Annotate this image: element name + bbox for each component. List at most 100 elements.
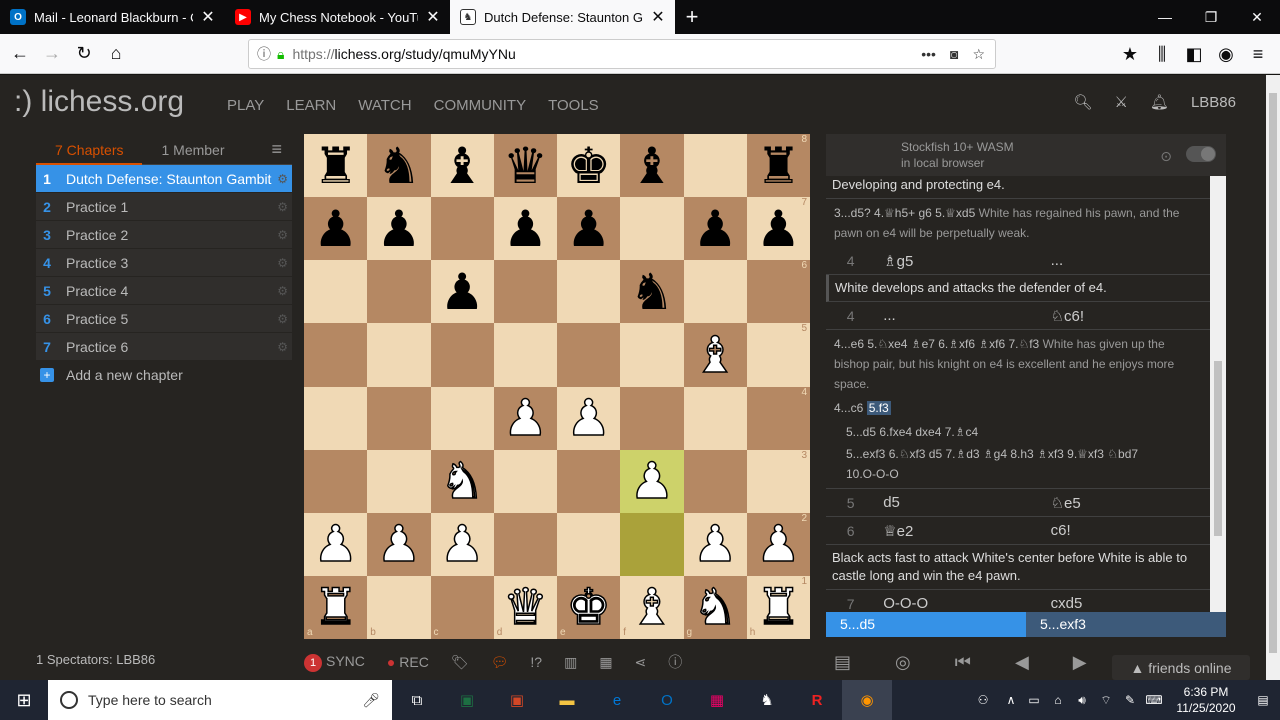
network-icon[interactable]: ⌂ — [1046, 693, 1070, 707]
white-rook[interactable]: ♜ — [755, 582, 801, 634]
friends-online[interactable]: ▲ friends online — [1112, 655, 1250, 680]
menu-play[interactable]: PLAY — [227, 97, 264, 114]
square-h6[interactable]: 6 — [746, 260, 810, 324]
variation[interactable]: 3...d5? 4.♕h5+ g6 5.♕xd5 White has regai… — [826, 199, 1210, 247]
menu-learn[interactable]: LEARN — [286, 97, 336, 114]
minimize-button[interactable]: — — [1142, 0, 1188, 34]
white-pawn[interactable]: ♟ — [565, 392, 611, 444]
variation[interactable]: 5...exf3 6.♘xf3 d5 7.♗d3 ♗g4 8.h3 ♗xf3 9… — [826, 442, 1210, 464]
restore-button[interactable]: ❐ — [1188, 0, 1234, 34]
black-pawn[interactable]: ♟ — [566, 204, 611, 254]
sync-button[interactable]: 1 SYNC — [304, 653, 365, 672]
square-e8[interactable]: ♚ — [557, 134, 621, 198]
windows-start-icon[interactable]: ⊞ — [0, 680, 48, 720]
white-pawn[interactable]: ♟ — [755, 519, 801, 571]
chevron-up-icon[interactable]: ∧ — [1000, 693, 1022, 707]
square-f4[interactable] — [620, 386, 684, 450]
white-rook[interactable]: ♜ — [312, 582, 358, 634]
black-queen[interactable]: ♛ — [503, 141, 548, 191]
square-g2[interactable]: ♟ — [683, 512, 747, 576]
square-c8[interactable]: ♝ — [430, 134, 494, 198]
square-h5[interactable]: 5 — [746, 323, 810, 387]
black-pawn[interactable]: ♟ — [376, 204, 421, 254]
square-f7[interactable] — [620, 197, 684, 261]
browser-tab-mail[interactable]: O Mail - Leonard Blackburn - Out ✕ — [0, 0, 225, 34]
powerpoint-icon[interactable]: ▣ — [492, 680, 542, 720]
black-pawn[interactable]: ♟ — [313, 204, 358, 254]
square-f1[interactable]: ♝ f — [620, 575, 684, 639]
square-g7[interactable]: ♟ — [683, 197, 747, 261]
black-rook[interactable]: ♜ — [313, 141, 358, 191]
hamburger-icon[interactable]: ≡ — [261, 139, 292, 160]
task-view-icon[interactable]: ⧉ — [392, 680, 442, 720]
white-bishop[interactable]: ♝ — [692, 329, 738, 381]
engine-settings-icon[interactable]: ⊙ — [1160, 148, 1172, 165]
square-c6[interactable]: ♟ — [430, 260, 494, 324]
square-h2[interactable]: ♟ 2 — [746, 512, 810, 576]
white-queen[interactable]: ♛ — [502, 582, 548, 634]
square-a5[interactable] — [304, 323, 368, 387]
microphone-icon[interactable]: 🎤︎ — [362, 692, 380, 709]
reload-button[interactable]: ↻ — [68, 38, 100, 70]
black-pawn[interactable]: ♟ — [503, 204, 548, 254]
outlook-icon[interactable]: O — [642, 680, 692, 720]
square-a3[interactable] — [304, 449, 368, 513]
square-d8[interactable]: ♛ — [493, 134, 557, 198]
chapter-item[interactable]: 2 Practice 1 ⚙ — [36, 193, 292, 221]
white-pawn[interactable]: ♟ — [629, 455, 675, 507]
square-d3[interactable] — [493, 449, 557, 513]
black-pawn[interactable]: ♟ — [756, 204, 801, 254]
info-icon[interactable]: ⓘ — [668, 652, 682, 672]
black-pawn[interactable]: ♟ — [440, 267, 485, 317]
square-b5[interactable] — [367, 323, 431, 387]
gear-icon[interactable]: ⚙ — [277, 172, 288, 186]
square-c1[interactable]: c — [430, 575, 494, 639]
pocket-icon[interactable]: ◙ — [950, 46, 958, 63]
square-h3[interactable]: 3 — [746, 449, 810, 513]
move-black[interactable]: ... — [1043, 252, 1210, 269]
chapter-item[interactable]: 3 Practice 2 ⚙ — [36, 221, 292, 249]
info-icon[interactable]: ⓘ — [257, 44, 271, 64]
move-white[interactable]: d5 — [875, 494, 1042, 511]
square-b3[interactable] — [367, 449, 431, 513]
new-tab-button[interactable]: + — [675, 0, 709, 34]
tab-chapters[interactable]: 7 Chapters — [36, 135, 143, 165]
square-e2[interactable] — [557, 512, 621, 576]
wifi-icon[interactable]: ⌔ — [1094, 693, 1118, 708]
account-icon[interactable]: ◉ — [1210, 38, 1242, 70]
move-list-scrollbar[interactable] — [1210, 176, 1226, 612]
square-d2[interactable] — [493, 512, 557, 576]
scrollbar-thumb[interactable] — [1214, 361, 1222, 536]
variation[interactable]: 10.O-O-O — [826, 464, 1210, 489]
square-d5[interactable] — [493, 323, 557, 387]
black-king[interactable]: ♚ — [566, 141, 611, 191]
square-c2[interactable]: ♟ — [430, 512, 494, 576]
share-icon[interactable]: ⋖ — [635, 654, 647, 671]
menu-tools[interactable]: TOOLS — [548, 97, 599, 114]
white-pawn[interactable]: ♟ — [376, 519, 422, 571]
black-rook[interactable]: ♜ — [756, 141, 801, 191]
white-pawn[interactable]: ♟ — [439, 519, 485, 571]
white-knight[interactable]: ♞ — [439, 455, 485, 507]
black-knight[interactable]: ♞ — [376, 141, 421, 191]
close-icon[interactable]: ✕ — [426, 7, 440, 27]
square-d4[interactable]: ♟ — [493, 386, 557, 450]
page-scrollbar[interactable] — [1266, 75, 1280, 680]
bookmark-star-icon[interactable]: ☆ — [972, 46, 985, 63]
square-g6[interactable] — [683, 260, 747, 324]
next-move-option[interactable]: 5...d5 — [826, 612, 1026, 637]
square-h1[interactable]: ♜ 1 h — [746, 575, 810, 639]
white-knight[interactable]: ♞ — [692, 582, 738, 634]
square-d7[interactable]: ♟ — [493, 197, 557, 261]
menu-icon[interactable]: ≡ — [1242, 38, 1274, 70]
next-move-option[interactable]: 5...exf3 — [1026, 612, 1226, 637]
gear-icon[interactable]: ⚙ — [277, 340, 288, 354]
square-e1[interactable]: ♚ e — [557, 575, 621, 639]
rec-button[interactable]: ● REC — [387, 654, 429, 670]
firefox-icon[interactable]: ◉ — [842, 680, 892, 720]
chapter-item[interactable]: 4 Practice 3 ⚙ — [36, 249, 292, 277]
white-king[interactable]: ♚ — [565, 582, 611, 634]
chapter-item[interactable]: 5 Practice 4 ⚙ — [36, 277, 292, 305]
square-b6[interactable] — [367, 260, 431, 324]
square-f3[interactable]: ♟ — [620, 449, 684, 513]
